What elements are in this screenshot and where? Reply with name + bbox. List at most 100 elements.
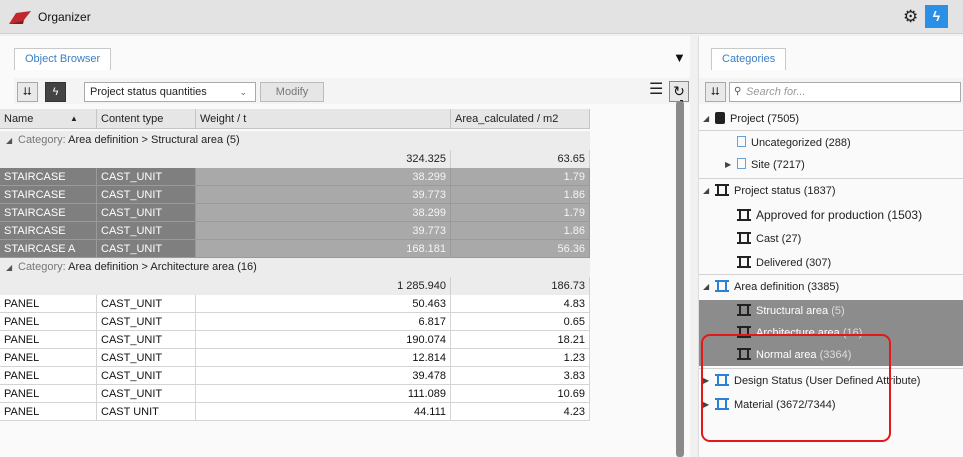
cell-content-type: CAST_UNIT xyxy=(97,204,196,222)
group-sum-row: 1 285.940 186.73 xyxy=(0,277,590,295)
tree-node-approved[interactable]: Approved for production (1503) xyxy=(737,204,922,226)
group-label: Area definition > Structural area (5) xyxy=(68,134,240,146)
cell-content-type: CAST_UNIT xyxy=(97,385,196,403)
cell-name: STAIRCASE xyxy=(0,168,97,186)
site-icon xyxy=(737,158,746,169)
refresh-icon[interactable]: ↻ xyxy=(669,81,689,102)
table-row[interactable]: PANEL CAST_UNIT 6.817 0.65 xyxy=(0,313,590,331)
group-header[interactable]: ◢ Category: Area definition > Architectur… xyxy=(0,258,590,277)
table-row[interactable]: PANEL CAST_UNIT 190.074 18.21 xyxy=(0,331,590,349)
tree-node-delivered[interactable]: Delivered (307) xyxy=(737,252,831,274)
cell-area: 56.36 xyxy=(451,240,590,258)
cell-area: 1.86 xyxy=(451,186,590,204)
category-icon xyxy=(737,232,751,244)
app-title: Organizer xyxy=(38,10,91,24)
lightning-button[interactable]: ϟ xyxy=(45,82,66,102)
cell-name: STAIRCASE xyxy=(0,204,97,222)
cell-name: STAIRCASE xyxy=(0,222,97,240)
cell-name: PANEL xyxy=(0,331,97,349)
cell-name: STAIRCASE xyxy=(0,186,97,204)
collapse-tree-button[interactable]: ⮇ xyxy=(705,82,726,102)
tree-node-area-definition[interactable]: ◢ Area definition (3385) xyxy=(703,276,839,298)
query-select-value: Project status quantities xyxy=(90,86,207,98)
category-icon xyxy=(737,304,751,316)
category-icon xyxy=(737,256,751,268)
uncategorized-icon xyxy=(737,136,746,147)
sum-area: 63.65 xyxy=(451,150,590,168)
tree-node-site[interactable]: ▶ Site (7217) xyxy=(725,154,805,176)
tab-object-browser[interactable]: Object Browser xyxy=(14,48,112,70)
cell-name: PANEL xyxy=(0,349,97,367)
sum-area: 186.73 xyxy=(451,277,590,295)
group-header[interactable]: ◢ Category: Area definition > Structural … xyxy=(0,131,590,150)
gear-icon[interactable]: ⚙ xyxy=(903,8,918,25)
object-grid: Name ▲ Content type Weight / t Area_calc… xyxy=(0,109,690,457)
table-row[interactable]: STAIRCASE CAST_UNIT 39.773 1.86 xyxy=(0,222,590,240)
tree-node-structural-area[interactable]: Structural area (5) xyxy=(737,300,845,322)
cell-weight: 190.074 xyxy=(196,331,451,349)
categories-panel: Categories ⮇ ⚲ Search for... ◢ Project (… xyxy=(698,36,963,457)
table-row[interactable]: PANEL CAST UNIT 44.111 4.23 xyxy=(0,403,590,421)
cell-name: PANEL xyxy=(0,367,97,385)
cell-content-type: CAST_UNIT xyxy=(97,240,196,258)
cell-weight: 39.773 xyxy=(196,186,451,204)
table-row[interactable]: PANEL CAST_UNIT 111.089 10.69 xyxy=(0,385,590,403)
group-label: Area definition > Architecture area (16) xyxy=(68,261,257,273)
cell-area: 10.69 xyxy=(451,385,590,403)
cell-weight: 6.817 xyxy=(196,313,451,331)
vertical-scrollbar[interactable] xyxy=(676,101,684,457)
cell-area: 4.83 xyxy=(451,295,590,313)
cell-area: 4.23 xyxy=(451,403,590,421)
list-icon[interactable]: ☰ xyxy=(649,81,663,99)
cell-content-type: CAST_UNIT xyxy=(97,313,196,331)
column-header-name[interactable]: Name ▲ xyxy=(0,109,97,129)
table-row[interactable]: STAIRCASE CAST_UNIT 38.299 1.79 xyxy=(0,168,590,186)
cell-content-type: CAST_UNIT xyxy=(97,222,196,240)
table-row[interactable]: PANEL CAST_UNIT 50.463 4.83 xyxy=(0,295,590,313)
tree-node-project-status[interactable]: ◢ Project status (1837) xyxy=(703,180,836,202)
collapse-all-button[interactable]: ⮇ xyxy=(17,82,38,102)
tab-categories[interactable]: Categories xyxy=(711,48,787,70)
table-row[interactable]: STAIRCASE A CAST_UNIT 168.181 56.36 xyxy=(0,240,590,258)
cell-area: 1.23 xyxy=(451,349,590,367)
column-header-content-type[interactable]: Content type xyxy=(97,109,196,129)
cell-area: 1.86 xyxy=(451,222,590,240)
categories-toolbar: ⮇ ⚲ Search for... xyxy=(699,78,963,104)
scrollbar-thumb[interactable] xyxy=(676,101,684,457)
cell-name: PANEL xyxy=(0,385,97,403)
bolt-icon[interactable]: ϟ xyxy=(925,5,948,28)
table-row[interactable]: STAIRCASE CAST_UNIT 39.773 1.86 xyxy=(0,186,590,204)
group-prefix: Category: xyxy=(18,134,66,146)
project-icon xyxy=(715,112,725,124)
modify-button[interactable]: Modify xyxy=(260,82,324,102)
sum-weight: 324.325 xyxy=(196,150,451,168)
cell-content-type: CAST_UNIT xyxy=(97,295,196,313)
cell-content-type: CAST UNIT xyxy=(97,403,196,421)
cell-weight: 44.111 xyxy=(196,403,451,421)
cell-area: 3.83 xyxy=(451,367,590,385)
cell-weight: 38.299 xyxy=(196,168,451,186)
filter-icon[interactable]: ▼ xyxy=(673,50,686,65)
expanded-arrow-icon: ◢ xyxy=(703,186,710,195)
cell-weight: 39.773 xyxy=(196,222,451,240)
column-header-weight[interactable]: Weight / t xyxy=(196,109,451,129)
cell-weight: 168.181 xyxy=(196,240,451,258)
cell-content-type: CAST_UNIT xyxy=(97,186,196,204)
cell-content-type: CAST_UNIT xyxy=(97,367,196,385)
column-header-area[interactable]: Area_calculated / m2 xyxy=(451,109,590,129)
cell-area: 1.79 xyxy=(451,168,590,186)
query-select[interactable]: Project status quantities ⌄ xyxy=(84,82,256,102)
category-icon xyxy=(715,280,729,292)
table-row[interactable]: PANEL CAST_UNIT 12.814 1.23 xyxy=(0,349,590,367)
cell-content-type: CAST_UNIT xyxy=(97,168,196,186)
tree-node-project[interactable]: ◢ Project (7505) xyxy=(703,108,799,130)
sum-weight: 1 285.940 xyxy=(196,277,451,295)
highlight-ring xyxy=(701,334,891,442)
table-row[interactable]: PANEL CAST_UNIT 39.478 3.83 xyxy=(0,367,590,385)
tree-node-cast[interactable]: Cast (27) xyxy=(737,228,801,250)
category-search-input[interactable]: ⚲ Search for... xyxy=(729,82,961,102)
expanded-arrow-icon: ◢ xyxy=(703,282,710,291)
tree-node-uncategorized[interactable]: Uncategorized (288) xyxy=(737,132,851,154)
cell-content-type: CAST_UNIT xyxy=(97,331,196,349)
table-row[interactable]: STAIRCASE CAST_UNIT 38.299 1.79 xyxy=(0,204,590,222)
